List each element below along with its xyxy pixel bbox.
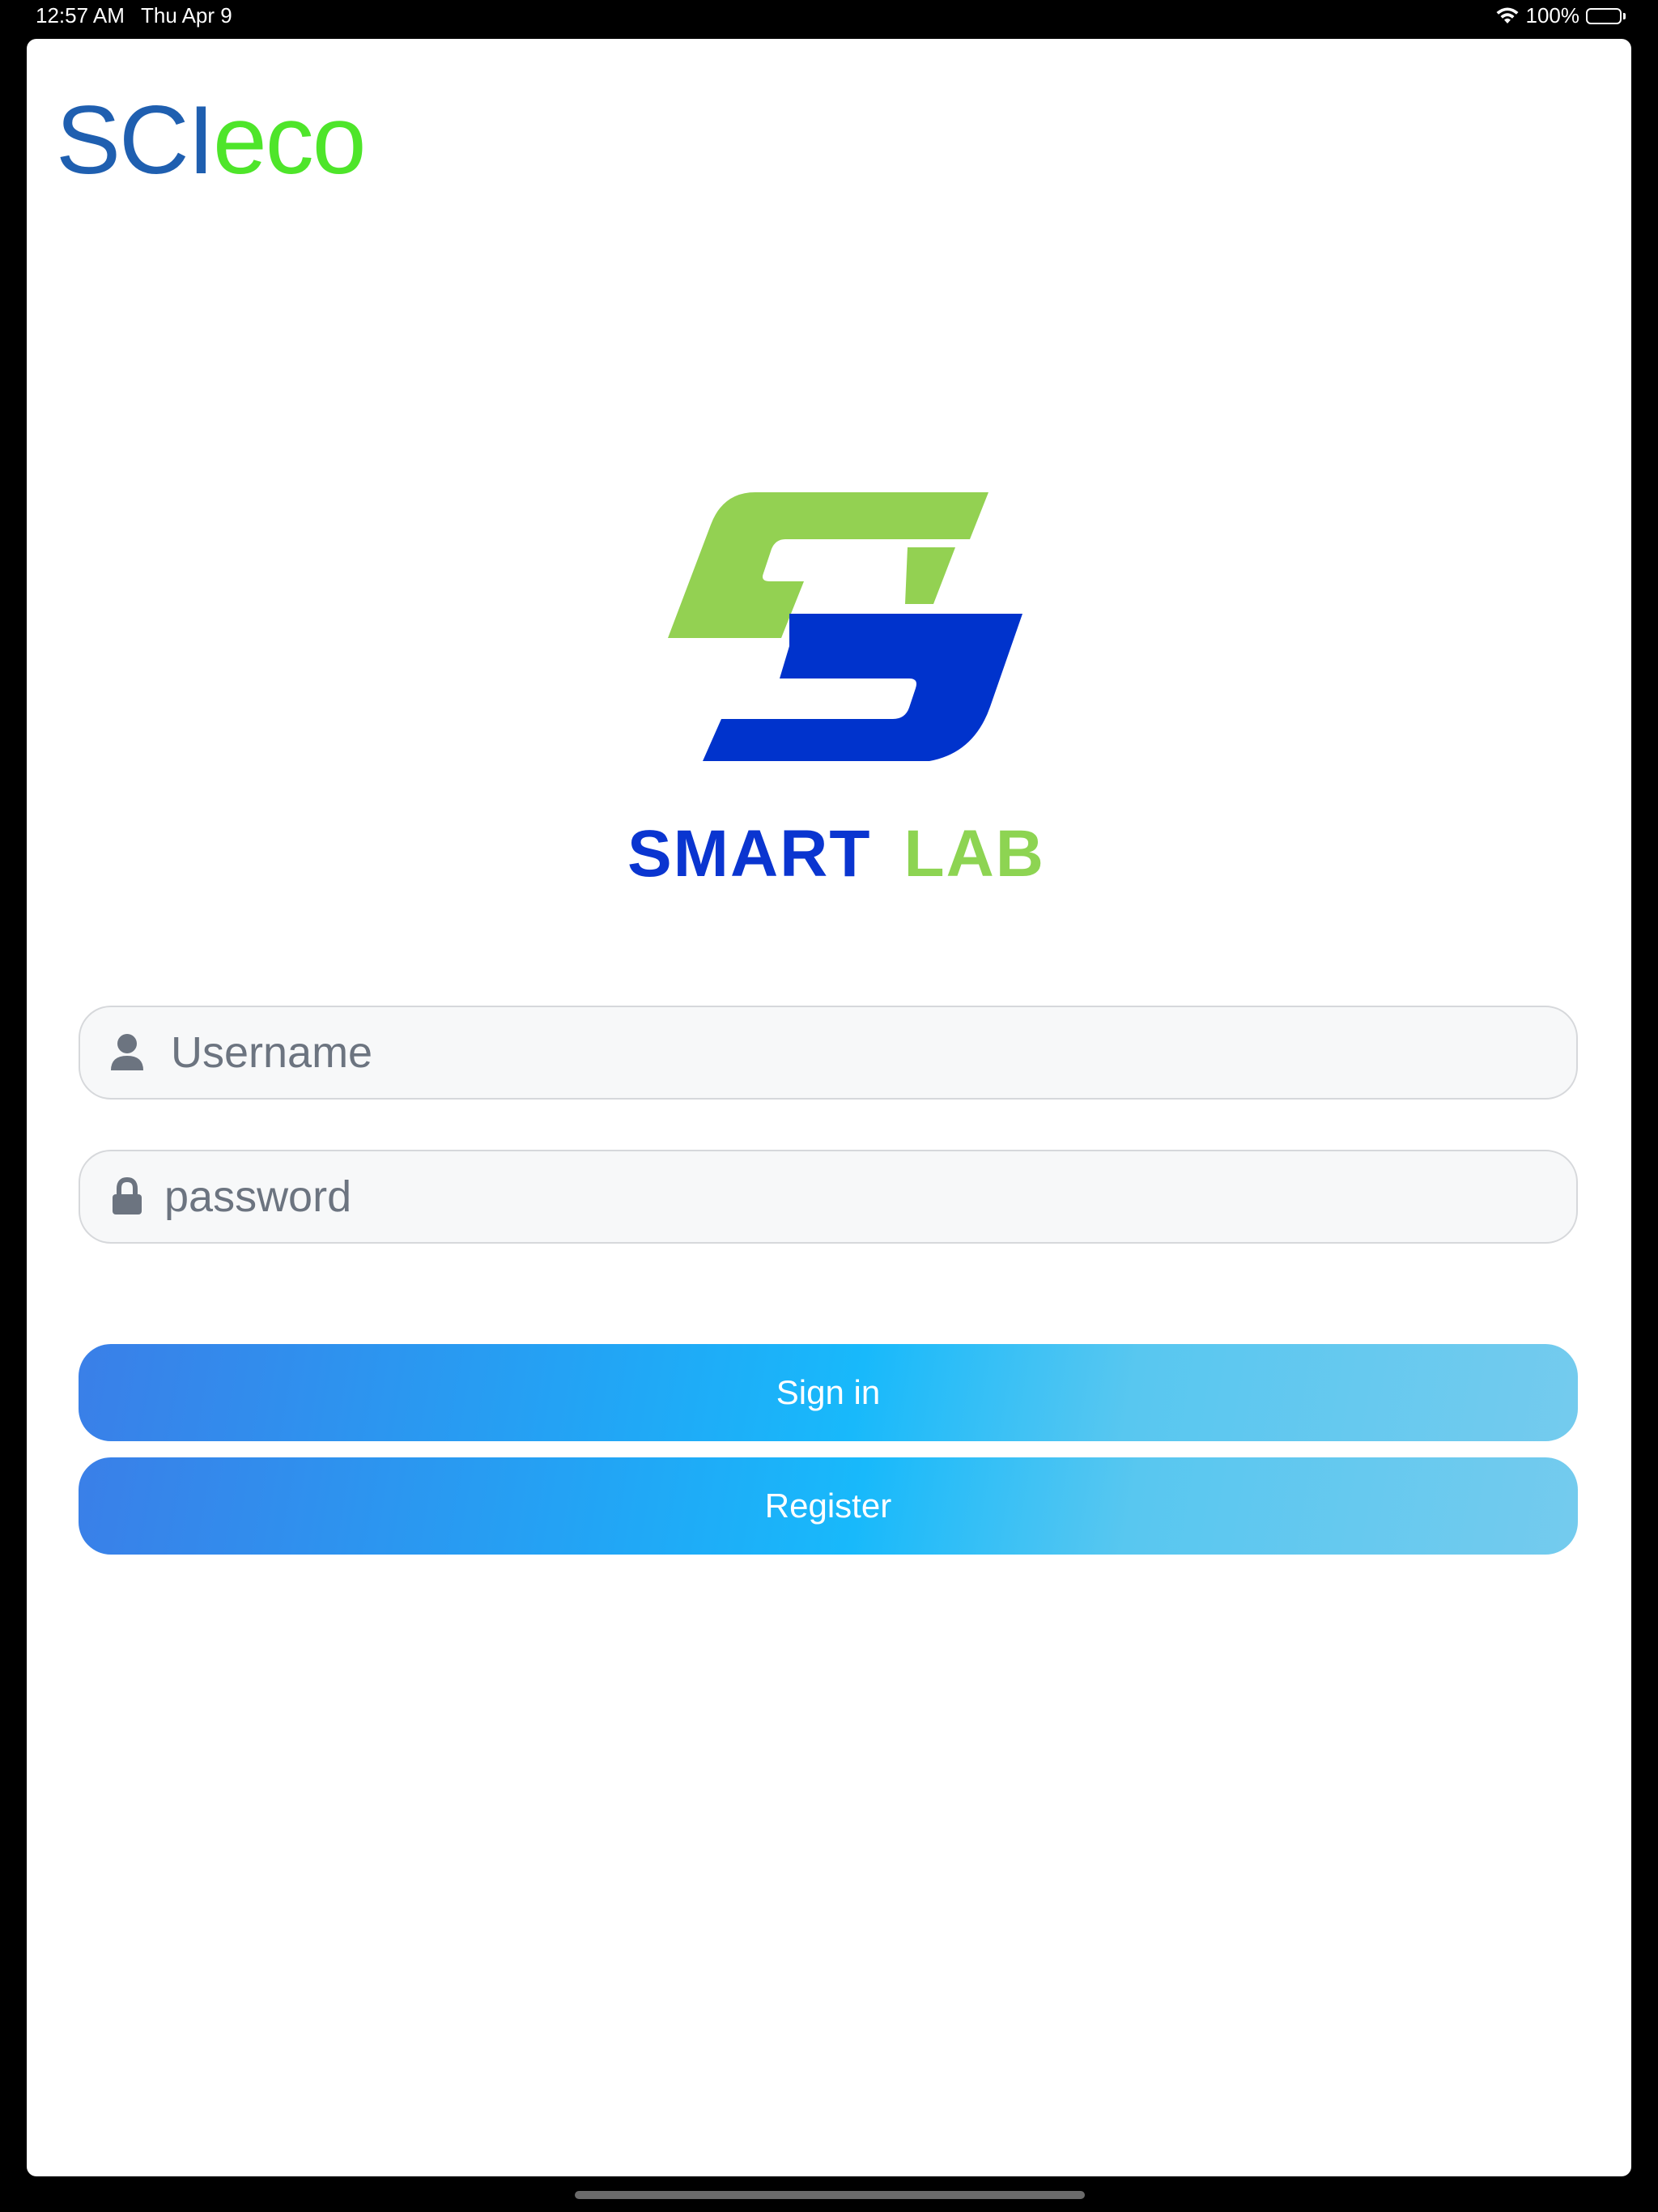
brand-logo-eco: eco xyxy=(213,86,366,194)
brand-logo: SCIeco xyxy=(56,91,367,189)
login-screen: SCIeco SMART LAB Sign in xyxy=(27,39,1631,2176)
smart-lab-logo: SMART LAB xyxy=(618,484,1055,905)
battery-percent: 100% xyxy=(1525,3,1580,28)
app-name: SMART LAB xyxy=(618,816,1055,892)
password-field[interactable] xyxy=(79,1150,1578,1244)
status-date: Thu Apr 9 xyxy=(141,3,232,28)
username-field[interactable] xyxy=(79,1006,1578,1100)
app-name-smart: SMART xyxy=(627,817,872,891)
register-button[interactable]: Register xyxy=(79,1457,1578,1555)
brand-logo-sci: SCI xyxy=(56,86,215,194)
status-bar: 12:57 AM Thu Apr 9 100% xyxy=(0,0,1658,36)
password-input[interactable] xyxy=(164,1151,1541,1242)
home-indicator[interactable] xyxy=(575,2191,1085,2199)
battery-icon xyxy=(1586,7,1626,24)
smart-lab-s-mark-icon xyxy=(668,492,1022,761)
lock-icon xyxy=(103,1177,151,1216)
user-icon xyxy=(103,1033,151,1072)
wifi-icon xyxy=(1495,7,1520,25)
username-input[interactable] xyxy=(171,1007,1547,1098)
app-name-lab: LAB xyxy=(903,817,1046,891)
status-time: 12:57 AM xyxy=(36,3,125,28)
sign-in-button[interactable]: Sign in xyxy=(79,1344,1578,1441)
status-indicators: 100% xyxy=(1495,3,1626,28)
